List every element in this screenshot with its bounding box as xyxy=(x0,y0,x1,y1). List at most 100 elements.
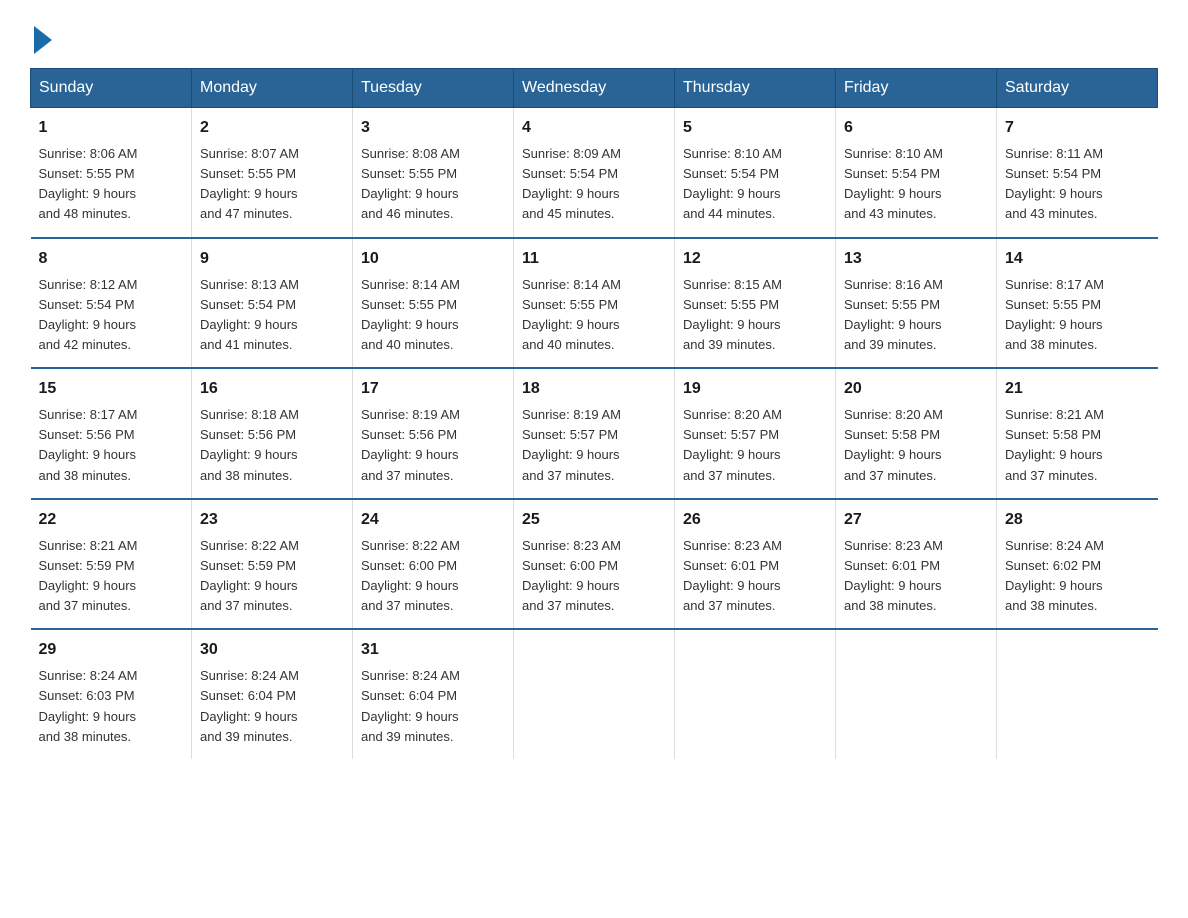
header-monday: Monday xyxy=(192,69,353,108)
day-info: Sunrise: 8:21 AMSunset: 5:59 PMDaylight:… xyxy=(39,536,184,617)
day-number: 1 xyxy=(39,116,184,140)
calendar-cell: 8Sunrise: 8:12 AMSunset: 5:54 PMDaylight… xyxy=(31,238,192,369)
day-info: Sunrise: 8:17 AMSunset: 5:56 PMDaylight:… xyxy=(39,405,184,486)
day-number: 11 xyxy=(522,247,666,271)
day-info: Sunrise: 8:23 AMSunset: 6:01 PMDaylight:… xyxy=(844,536,988,617)
calendar-cell: 15 Sunrise: 8:17 AMSunset: 5:56 PMDayligh… xyxy=(31,368,192,499)
calendar-header-row: SundayMondayTuesdayWednesdayThursdayFrid… xyxy=(31,69,1158,108)
calendar-cell: 21 Sunrise: 8:21 AMSunset: 5:58 PMDayligh… xyxy=(997,368,1158,499)
calendar-cell: 4 Sunrise: 8:09 AMSunset: 5:54 PMDaylight… xyxy=(514,108,675,238)
day-info: Sunrise: 8:19 AMSunset: 5:57 PMDaylight:… xyxy=(522,405,666,486)
day-info: Sunrise: 8:22 AMSunset: 5:59 PMDaylight:… xyxy=(200,536,344,617)
day-number: 24 xyxy=(361,508,505,532)
calendar-cell: 31Sunrise: 8:24 AMSunset: 6:04 PMDayligh… xyxy=(353,629,514,759)
day-number: 26 xyxy=(683,508,827,532)
day-info: Sunrise: 8:14 AMSunset: 5:55 PMDaylight:… xyxy=(522,275,666,356)
calendar-cell: 18 Sunrise: 8:19 AMSunset: 5:57 PMDayligh… xyxy=(514,368,675,499)
header-thursday: Thursday xyxy=(675,69,836,108)
day-number: 17 xyxy=(361,377,505,401)
calendar-cell: 30 Sunrise: 8:24 AMSunset: 6:04 PMDayligh… xyxy=(192,629,353,759)
calendar-cell: 26Sunrise: 8:23 AMSunset: 6:01 PMDayligh… xyxy=(675,499,836,630)
day-number: 25 xyxy=(522,508,666,532)
calendar-cell: 22 Sunrise: 8:21 AMSunset: 5:59 PMDayligh… xyxy=(31,499,192,630)
day-number: 15 xyxy=(39,377,184,401)
calendar-cell: 9 Sunrise: 8:13 AMSunset: 5:54 PMDaylight… xyxy=(192,238,353,369)
day-info: Sunrise: 8:24 AMSunset: 6:04 PMDaylight:… xyxy=(361,666,505,747)
day-info: Sunrise: 8:09 AMSunset: 5:54 PMDaylight:… xyxy=(522,144,666,225)
day-info: Sunrise: 8:20 AMSunset: 5:58 PMDaylight:… xyxy=(844,405,988,486)
day-info: Sunrise: 8:18 AMSunset: 5:56 PMDaylight:… xyxy=(200,405,344,486)
calendar-cell: 25Sunrise: 8:23 AMSunset: 6:00 PMDayligh… xyxy=(514,499,675,630)
calendar-week-row: 29 Sunrise: 8:24 AMSunset: 6:03 PMDayligh… xyxy=(31,629,1158,759)
day-number: 14 xyxy=(1005,247,1150,271)
calendar-week-row: 22 Sunrise: 8:21 AMSunset: 5:59 PMDayligh… xyxy=(31,499,1158,630)
calendar-cell: 10 Sunrise: 8:14 AMSunset: 5:55 PMDayligh… xyxy=(353,238,514,369)
calendar-cell: 12 Sunrise: 8:15 AMSunset: 5:55 PMDayligh… xyxy=(675,238,836,369)
day-number: 12 xyxy=(683,247,827,271)
calendar-cell: 13 Sunrise: 8:16 AMSunset: 5:55 PMDayligh… xyxy=(836,238,997,369)
day-number: 29 xyxy=(39,638,184,662)
day-info: Sunrise: 8:20 AMSunset: 5:57 PMDaylight:… xyxy=(683,405,827,486)
day-info: Sunrise: 8:14 AMSunset: 5:55 PMDaylight:… xyxy=(361,275,505,356)
header-friday: Friday xyxy=(836,69,997,108)
day-info: Sunrise: 8:15 AMSunset: 5:55 PMDaylight:… xyxy=(683,275,827,356)
calendar-cell: 16Sunrise: 8:18 AMSunset: 5:56 PMDayligh… xyxy=(192,368,353,499)
calendar-cell: 17 Sunrise: 8:19 AMSunset: 5:56 PMDayligh… xyxy=(353,368,514,499)
day-info: Sunrise: 8:06 AMSunset: 5:55 PMDaylight:… xyxy=(39,144,184,225)
day-number: 22 xyxy=(39,508,184,532)
day-number: 2 xyxy=(200,116,344,140)
calendar-cell: 1 Sunrise: 8:06 AMSunset: 5:55 PMDaylight… xyxy=(31,108,192,238)
calendar-cell: 7 Sunrise: 8:11 AMSunset: 5:54 PMDaylight… xyxy=(997,108,1158,238)
calendar-cell xyxy=(997,629,1158,759)
header-tuesday: Tuesday xyxy=(353,69,514,108)
calendar-cell: 14 Sunrise: 8:17 AMSunset: 5:55 PMDayligh… xyxy=(997,238,1158,369)
header-sunday: Sunday xyxy=(31,69,192,108)
calendar-cell: 28 Sunrise: 8:24 AMSunset: 6:02 PMDayligh… xyxy=(997,499,1158,630)
calendar-cell: 5Sunrise: 8:10 AMSunset: 5:54 PMDaylight… xyxy=(675,108,836,238)
logo xyxy=(30,30,52,48)
calendar-cell: 19Sunrise: 8:20 AMSunset: 5:57 PMDayligh… xyxy=(675,368,836,499)
day-number: 9 xyxy=(200,247,344,271)
logo-arrow-icon xyxy=(34,26,52,54)
day-number: 23 xyxy=(200,508,344,532)
day-number: 3 xyxy=(361,116,505,140)
calendar-cell: 11 Sunrise: 8:14 AMSunset: 5:55 PMDayligh… xyxy=(514,238,675,369)
calendar-cell xyxy=(836,629,997,759)
day-info: Sunrise: 8:13 AMSunset: 5:54 PMDaylight:… xyxy=(200,275,344,356)
day-info: Sunrise: 8:17 AMSunset: 5:55 PMDaylight:… xyxy=(1005,275,1150,356)
calendar-cell: 27 Sunrise: 8:23 AMSunset: 6:01 PMDayligh… xyxy=(836,499,997,630)
day-number: 20 xyxy=(844,377,988,401)
day-info: Sunrise: 8:08 AMSunset: 5:55 PMDaylight:… xyxy=(361,144,505,225)
calendar-cell xyxy=(514,629,675,759)
calendar-cell: 6 Sunrise: 8:10 AMSunset: 5:54 PMDaylight… xyxy=(836,108,997,238)
day-info: Sunrise: 8:24 AMSunset: 6:04 PMDaylight:… xyxy=(200,666,344,747)
calendar-cell: 24 Sunrise: 8:22 AMSunset: 6:00 PMDayligh… xyxy=(353,499,514,630)
header-saturday: Saturday xyxy=(997,69,1158,108)
day-info: Sunrise: 8:10 AMSunset: 5:54 PMDaylight:… xyxy=(683,144,827,225)
day-info: Sunrise: 8:21 AMSunset: 5:58 PMDaylight:… xyxy=(1005,405,1150,486)
day-number: 28 xyxy=(1005,508,1150,532)
day-info: Sunrise: 8:11 AMSunset: 5:54 PMDaylight:… xyxy=(1005,144,1150,225)
day-info: Sunrise: 8:10 AMSunset: 5:54 PMDaylight:… xyxy=(844,144,988,225)
day-number: 30 xyxy=(200,638,344,662)
day-info: Sunrise: 8:19 AMSunset: 5:56 PMDaylight:… xyxy=(361,405,505,486)
calendar-cell: 20 Sunrise: 8:20 AMSunset: 5:58 PMDayligh… xyxy=(836,368,997,499)
day-info: Sunrise: 8:24 AMSunset: 6:03 PMDaylight:… xyxy=(39,666,184,747)
calendar-week-row: 15 Sunrise: 8:17 AMSunset: 5:56 PMDayligh… xyxy=(31,368,1158,499)
day-info: Sunrise: 8:22 AMSunset: 6:00 PMDaylight:… xyxy=(361,536,505,617)
calendar-cell: 3 Sunrise: 8:08 AMSunset: 5:55 PMDaylight… xyxy=(353,108,514,238)
calendar-cell xyxy=(675,629,836,759)
day-info: Sunrise: 8:16 AMSunset: 5:55 PMDaylight:… xyxy=(844,275,988,356)
day-number: 13 xyxy=(844,247,988,271)
calendar-week-row: 8Sunrise: 8:12 AMSunset: 5:54 PMDaylight… xyxy=(31,238,1158,369)
day-info: Sunrise: 8:24 AMSunset: 6:02 PMDaylight:… xyxy=(1005,536,1150,617)
day-number: 4 xyxy=(522,116,666,140)
day-number: 18 xyxy=(522,377,666,401)
day-number: 10 xyxy=(361,247,505,271)
day-number: 6 xyxy=(844,116,988,140)
day-number: 27 xyxy=(844,508,988,532)
day-number: 7 xyxy=(1005,116,1150,140)
day-number: 21 xyxy=(1005,377,1150,401)
day-info: Sunrise: 8:12 AMSunset: 5:54 PMDaylight:… xyxy=(39,275,184,356)
calendar-cell: 29 Sunrise: 8:24 AMSunset: 6:03 PMDayligh… xyxy=(31,629,192,759)
